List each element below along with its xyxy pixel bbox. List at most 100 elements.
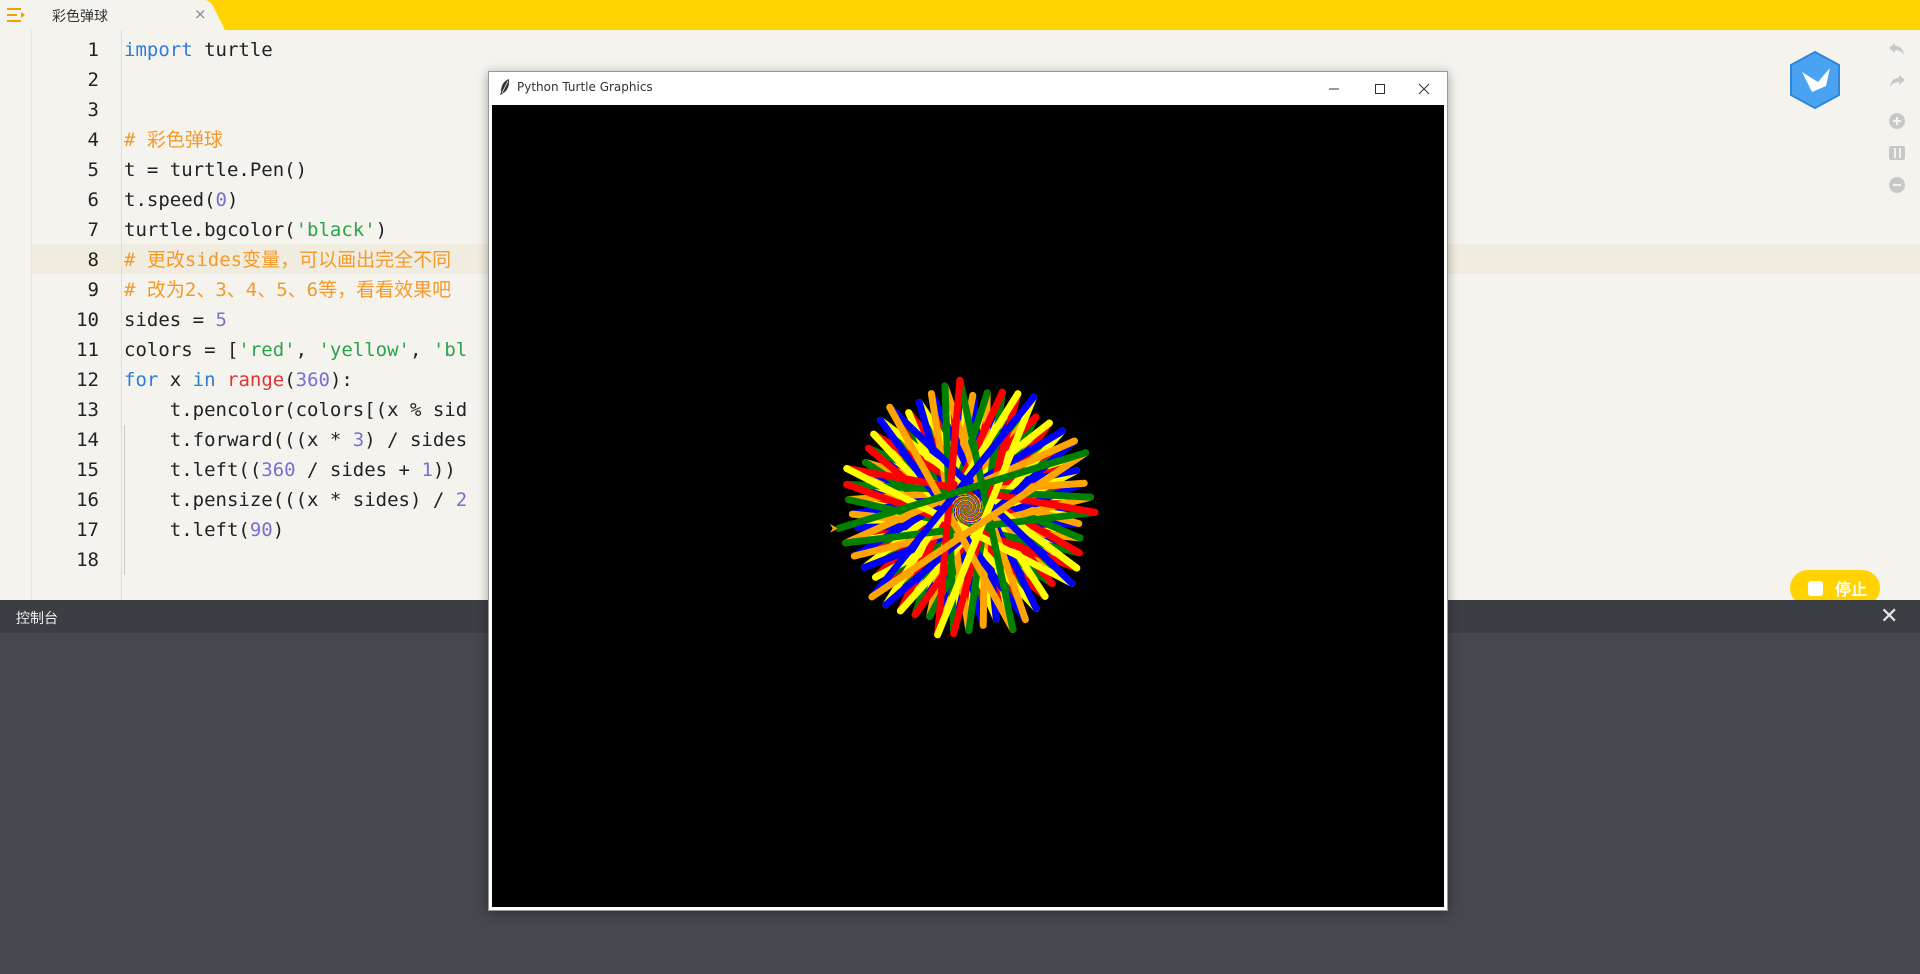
window-title: Python Turtle Graphics xyxy=(517,80,653,94)
tab-close-icon[interactable]: × xyxy=(194,5,207,23)
undo-icon[interactable] xyxy=(1886,38,1908,60)
token: 'black' xyxy=(295,219,376,241)
minimize-button[interactable] xyxy=(1311,72,1357,105)
feather-icon xyxy=(500,79,510,95)
turtle-cursor-icon xyxy=(828,522,839,535)
line-number: 4 xyxy=(87,129,99,151)
line-numbers: 1 2 3 4 5 6 7 8 9 10 11 12 13 14 15 16 17 18 xyxy=(32,35,102,575)
redo-icon[interactable] xyxy=(1886,70,1908,92)
token: )) xyxy=(432,459,456,481)
token: range xyxy=(227,369,285,391)
token: t.left(( xyxy=(124,459,262,481)
menu-button[interactable] xyxy=(0,0,32,30)
maximize-icon xyxy=(1375,83,1385,94)
line-number: 10 xyxy=(76,309,99,331)
token: / sides + xyxy=(295,459,422,481)
close-button[interactable] xyxy=(1401,72,1447,105)
menu-icon xyxy=(7,8,25,22)
code-line-7: turtle.bgcolor('black') xyxy=(124,215,467,245)
turtle-canvas[interactable] xyxy=(492,105,1444,907)
code-line-1: import turtle xyxy=(124,35,467,65)
token: 0 xyxy=(215,189,227,211)
line-number: 18 xyxy=(76,549,99,571)
line-number: 11 xyxy=(76,339,99,361)
line-number: 5 xyxy=(87,159,99,181)
line-number: 1 xyxy=(87,39,99,61)
code-line-15: t.left((360 / sides + 1)) xyxy=(124,455,467,485)
code-line-4: # 彩色弹球 xyxy=(124,129,223,151)
token: ): xyxy=(329,369,353,391)
layout-icon[interactable] xyxy=(1886,142,1908,164)
token: , xyxy=(295,339,319,361)
line-number: 17 xyxy=(76,519,99,541)
token: ) xyxy=(272,519,285,541)
token: turtle xyxy=(192,39,273,61)
line-number: 6 xyxy=(87,189,99,211)
zoom-out-icon[interactable] xyxy=(1886,174,1908,196)
token: ) / sides xyxy=(364,429,468,451)
gutter-separator xyxy=(121,30,122,600)
code-line-13: t.pencolor(colors[(x % sid xyxy=(124,399,468,421)
token: t.speed( xyxy=(124,189,216,211)
token: 90 xyxy=(249,519,273,541)
token: import xyxy=(124,39,193,61)
token: ) xyxy=(226,189,239,211)
line-number: 15 xyxy=(76,459,99,481)
code-line-9: # 改为2、3、4、5、6等，看看效果吧 xyxy=(124,279,452,301)
token: 3 xyxy=(352,429,365,451)
token: 5 xyxy=(215,309,227,331)
code-line-8: # 更改sides变量，可以画出完全不同 xyxy=(124,249,452,271)
token: , xyxy=(410,339,433,361)
minimize-icon xyxy=(1329,88,1339,89)
line-number: 3 xyxy=(87,99,99,121)
token: 1 xyxy=(421,459,433,481)
stop-square-icon xyxy=(1808,580,1823,596)
token: turtle.bgcolor( xyxy=(124,219,296,241)
turtle-drawing xyxy=(828,376,1099,639)
line-number: 9 xyxy=(87,279,99,301)
token: in xyxy=(192,369,216,391)
code-line-12: for x in range(360): xyxy=(124,365,467,395)
line-number: 14 xyxy=(76,429,99,451)
tab-label[interactable]: 彩色弹球 xyxy=(52,6,108,26)
line-number: 13 xyxy=(76,399,99,421)
code-line-5: t = turtle.Pen() xyxy=(124,159,308,181)
line-number: 2 xyxy=(87,69,99,91)
token: ( xyxy=(284,369,296,391)
token: t.forward(((x * xyxy=(124,429,353,451)
stop-button-label: 停止 xyxy=(1835,580,1868,599)
line-number: 16 xyxy=(76,489,99,511)
tab-bar xyxy=(0,0,1920,30)
code-line-10: sides = 5 xyxy=(124,305,467,335)
line-number: 8 xyxy=(87,249,99,271)
close-icon xyxy=(1418,83,1430,94)
code-line-16: t.pensize(((x * sides) / 2 xyxy=(124,485,467,515)
line-number: 12 xyxy=(76,369,99,391)
token: 'bl xyxy=(432,339,468,361)
token: 2 xyxy=(455,489,468,511)
token: ) xyxy=(375,219,388,241)
token: 'yellow' xyxy=(318,339,410,361)
window-titlebar[interactable]: Python Turtle Graphics xyxy=(489,72,1447,105)
console-close-icon[interactable]: ✕ xyxy=(1880,604,1898,629)
code-line-14: t.forward(((x * 3) / sides xyxy=(124,425,467,455)
app-logo-icon xyxy=(1790,50,1840,110)
code-line-17: t.left(90) xyxy=(124,515,467,545)
token: 360 xyxy=(295,369,330,391)
code-content[interactable]: import turtle # 彩色弹球 t = turtle.Pen() t.… xyxy=(124,35,467,575)
zoom-in-icon[interactable] xyxy=(1886,110,1908,132)
console-title: 控制台 xyxy=(16,611,58,627)
left-gutter xyxy=(0,30,32,600)
turtle-graphics-window[interactable]: Python Turtle Graphics xyxy=(488,71,1448,911)
code-line-6: t.speed(0) xyxy=(124,185,467,215)
maximize-button[interactable] xyxy=(1357,72,1403,105)
token: colors = [ xyxy=(124,339,239,361)
token: for xyxy=(124,369,159,391)
token: 360 xyxy=(261,459,296,481)
code-line-11: colors = ['red', 'yellow', 'bl xyxy=(124,335,467,365)
token: sides = xyxy=(124,309,216,331)
